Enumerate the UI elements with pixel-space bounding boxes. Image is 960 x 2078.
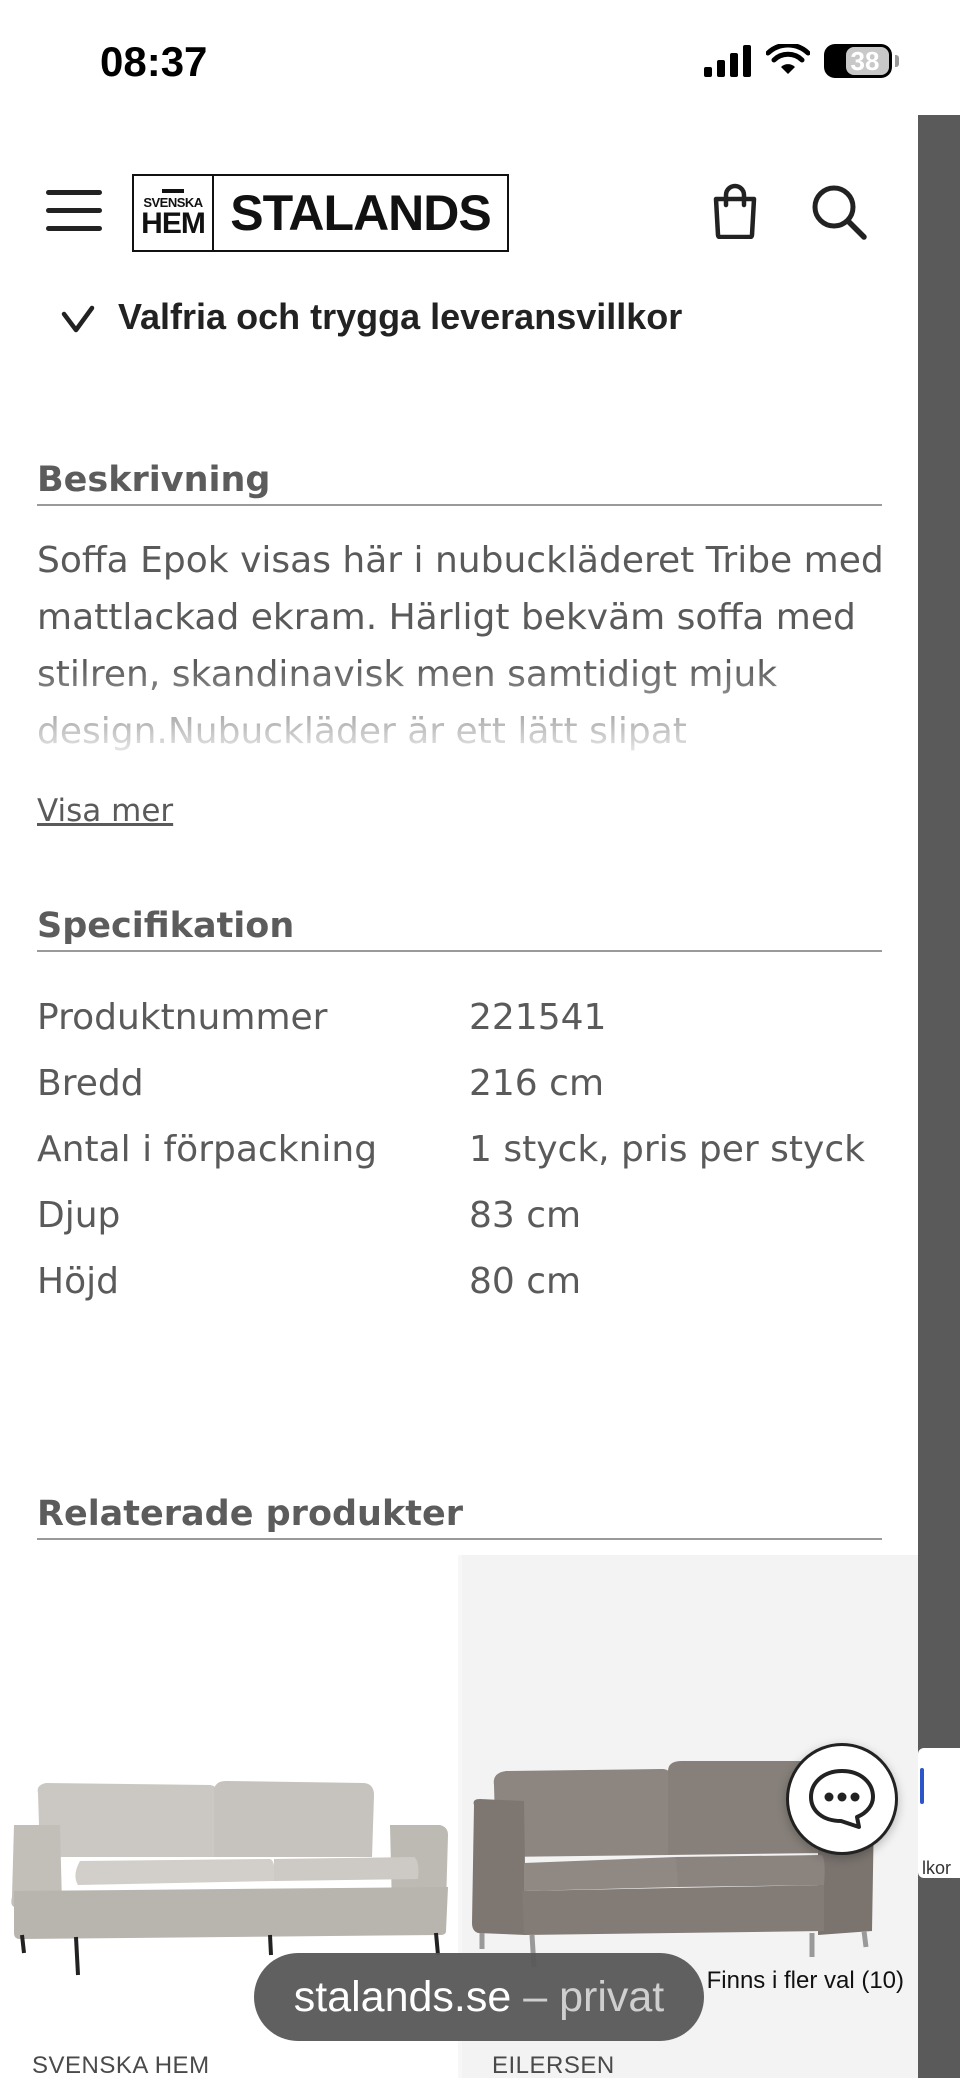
search-icon[interactable] <box>810 183 868 241</box>
related-products-heading: Relaterade produkter <box>37 1492 882 1540</box>
specification-heading: Specifikation <box>37 904 882 952</box>
status-icons: 38 <box>704 44 899 78</box>
spec-key: Antal i förpackning <box>37 1128 378 1170</box>
spec-row: Produktnummer 221541 <box>37 984 897 1050</box>
checkmark-icon <box>61 305 95 333</box>
menu-icon[interactable] <box>46 190 102 232</box>
site-header: SVENSKA HEM STALANDS <box>0 115 918 310</box>
spec-key: Produktnummer <box>37 996 328 1038</box>
url-separator: – <box>511 1972 560 2021</box>
spec-row: Antal i förpackning 1 styck, pris per st… <box>37 1116 897 1182</box>
site-logo[interactable]: SVENSKA HEM STALANDS <box>132 174 509 252</box>
battery-icon: 38 <box>824 44 899 78</box>
side-widget-text: lkor <box>922 1858 952 1878</box>
spec-row: Höjd 80 cm <box>37 1248 897 1314</box>
logo-wordmark: STALANDS <box>230 185 492 241</box>
specification-table: Produktnummer 221541 Bredd 216 cm Antal … <box>37 984 897 1314</box>
spec-value: 216 cm <box>469 1062 605 1104</box>
spec-key: Bredd <box>37 1062 144 1104</box>
spec-value: 1 styck, pris per styck <box>469 1128 865 1170</box>
wifi-icon <box>766 44 810 74</box>
spec-row: Bredd 216 cm <box>37 1050 897 1116</box>
spec-value: 221541 <box>469 996 607 1038</box>
product-brand: SVENSKA HEM <box>32 2052 210 2078</box>
spec-key: Höjd <box>37 1260 119 1302</box>
logo-mark: SVENSKA HEM <box>134 176 214 250</box>
usp-row: Valfria och trygga leveransvillkor <box>60 290 920 340</box>
spec-value: 83 cm <box>469 1194 582 1236</box>
url-mode: privat <box>559 1972 665 2021</box>
chat-bubble-icon <box>809 1769 875 1829</box>
status-time: 08:37 <box>100 38 208 85</box>
status-bar: 08:37 38 <box>0 0 960 115</box>
battery-level: 38 <box>850 45 880 76</box>
url-domain: stalands.se <box>293 1972 512 2021</box>
shopping-bag-icon[interactable] <box>710 183 760 239</box>
spec-key: Djup <box>37 1194 121 1236</box>
product-brand: EILERSEN <box>492 2052 615 2078</box>
chat-button[interactable] <box>786 1743 898 1855</box>
logo-hem: HEM <box>141 206 206 240</box>
description-text: Soffa Epok visas här i nubuckläderet Tri… <box>37 540 884 752</box>
product-variants: Finns i fler val (10) <box>706 1967 904 1994</box>
spec-row: Djup 83 cm <box>37 1182 897 1248</box>
spec-value: 80 cm <box>469 1260 582 1302</box>
usp-text: Valfria och trygga leveransvillkor <box>118 296 683 337</box>
browser-url-pill[interactable]: stalands.se – privat <box>254 1953 704 2041</box>
side-widget-mark <box>920 1768 924 1804</box>
side-widget-tab[interactable]: lkor <box>918 1748 960 1878</box>
description-heading: Beskrivning <box>37 458 882 506</box>
signal-icon <box>704 45 751 77</box>
show-more-link[interactable]: Visa mer <box>37 793 173 829</box>
